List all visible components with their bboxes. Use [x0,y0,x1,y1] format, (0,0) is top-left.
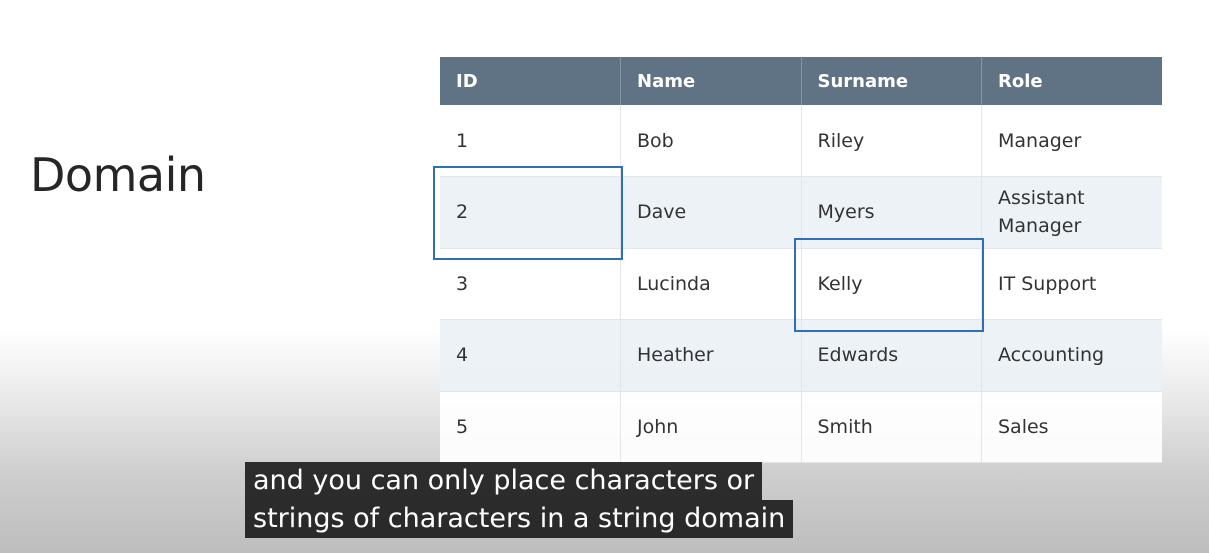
cell-surname: Smith [801,391,982,463]
cell-role: Accounting [981,319,1162,392]
column-header-name: Name [620,57,802,105]
cell-surname: Riley [801,105,982,177]
table-header-row: ID Name Surname Role [440,57,1162,105]
column-header-surname: Surname [801,57,982,105]
highlight-box-id-2 [433,166,623,260]
table-row: 5 John Smith Sales [440,391,1162,463]
cell-id: 5 [440,391,621,463]
video-caption: and you can only place characters or str… [245,462,794,538]
cell-role: Sales [981,391,1162,463]
highlight-box-surname-kelly [794,238,984,332]
cell-id: 4 [440,319,621,392]
cell-name: Heather [620,319,802,392]
slide-title: Domain [30,148,206,202]
cell-role: Manager [981,105,1162,177]
cell-role: Assistant Manager [981,176,1162,249]
column-header-role: Role [981,57,1162,105]
cell-name: John [620,391,802,463]
cell-name: Dave [620,176,802,249]
caption-line: and you can only place characters or [245,462,763,500]
column-header-id: ID [440,57,621,105]
cell-name: Lucinda [620,248,802,320]
cell-role: IT Support [981,248,1162,320]
caption-line: strings of characters in a string domain [245,500,794,538]
cell-name: Bob [620,105,802,177]
